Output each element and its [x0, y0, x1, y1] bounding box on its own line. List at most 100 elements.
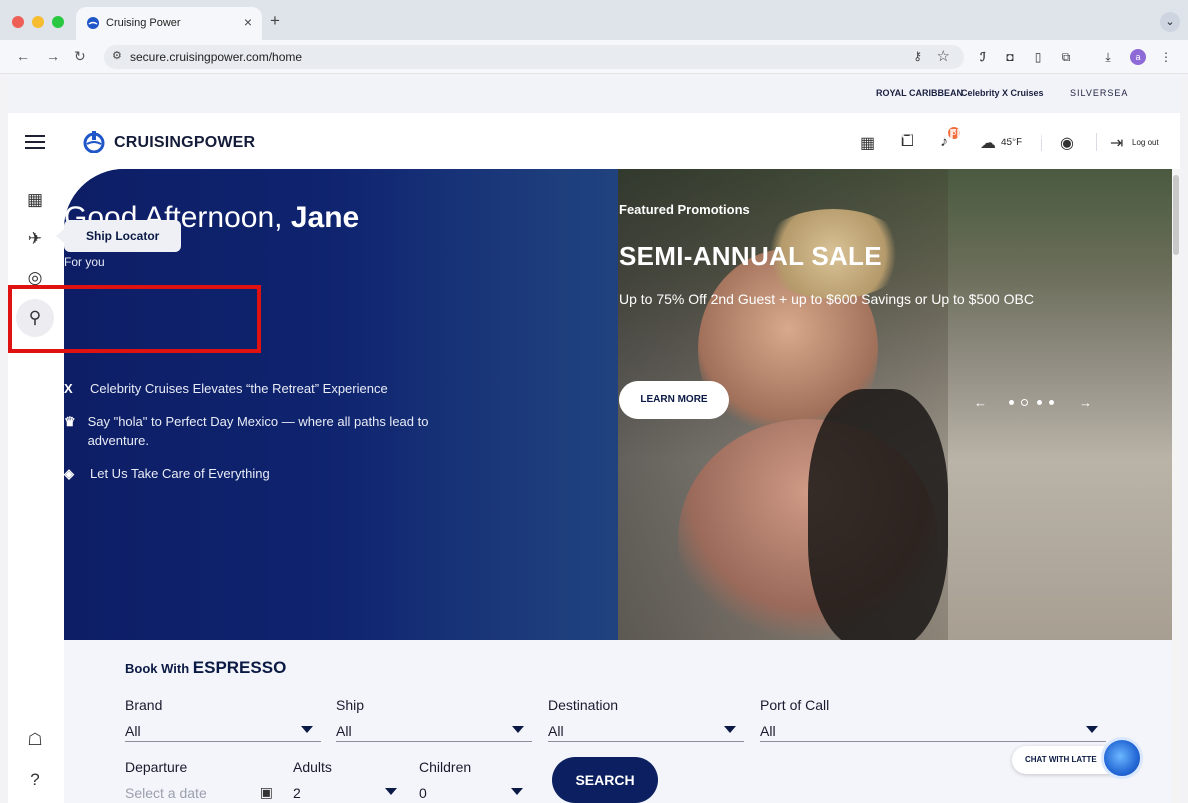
celebrity-x-icon: X: [64, 381, 73, 396]
silversea-logo[interactable]: SILVERSEA: [1070, 88, 1128, 98]
brand-select[interactable]: All: [125, 720, 321, 742]
password-key-icon[interactable]: ⚷: [913, 49, 922, 63]
cruisingpower-logo-icon[interactable]: [82, 131, 106, 153]
header-divider: [1096, 133, 1097, 151]
chevron-down-icon: [724, 726, 736, 733]
hamburger-menu-icon[interactable]: [25, 135, 45, 149]
booking-form: Book With ESPRESSO Brand All Ship All De…: [64, 640, 1172, 803]
departure-date-input[interactable]: Select a date ▣: [125, 782, 275, 803]
news-item[interactable]: X Celebrity Cruises Elevates “the Retreat…: [64, 379, 388, 398]
adults-label: Adults: [293, 759, 332, 775]
extensions-puzzle-icon[interactable]: ⧉: [1058, 49, 1074, 65]
carousel-next-icon[interactable]: →: [1079, 395, 1092, 410]
royal-caribbean-logo[interactable]: ROYAL CARIBBEAN: [876, 88, 963, 98]
browser-toolbar: ← → ↻ ⚙ secure.cruisingpower.com/home ⚷ …: [0, 40, 1188, 74]
tab-search-button[interactable]: ⌄: [1160, 12, 1180, 32]
calendar-plus-icon[interactable]: ▦: [24, 189, 46, 211]
chevron-down-icon: [301, 726, 313, 733]
address-bar[interactable]: ⚙ secure.cruisingpower.com/home ⚷ ☆: [104, 45, 964, 69]
promo-brand-logo: Celebrity X Cruises: [900, 123, 1066, 143]
departure-label: Departure: [125, 759, 188, 775]
port-of-call-label: Port of Call: [760, 697, 830, 713]
chevron-down-icon: [511, 788, 523, 795]
search-button[interactable]: SEARCH: [552, 757, 658, 803]
booking-title: Book With ESPRESSO: [125, 658, 286, 678]
children-select[interactable]: 0: [419, 782, 531, 803]
page-scrollbar[interactable]: [1172, 169, 1180, 803]
chevron-down-icon: [512, 726, 524, 733]
greeting-name: Jane: [290, 201, 360, 234]
destination-select[interactable]: All: [548, 720, 744, 742]
ship-select[interactable]: All: [336, 720, 532, 742]
chevron-down-icon: [1086, 726, 1098, 733]
download-icon[interactable]: ⤓: [1100, 49, 1116, 65]
booking-title-brand: ESPRESSO: [192, 658, 287, 677]
carousel-dot[interactable]: [1037, 400, 1042, 405]
brand-label: Brand: [125, 697, 163, 713]
promo-description: Up to 75% Off 2nd Guest + up to $600 Sav…: [619, 291, 1034, 307]
for-you-label: For you: [64, 255, 105, 269]
back-icon[interactable]: ←: [16, 48, 30, 64]
brand-strip: ROYAL CARIBBEAN Celebrity X Cruises SILV…: [8, 75, 1180, 113]
ship-select-value: All: [336, 723, 352, 739]
news-item[interactable]: ♛ Say "hola" to Perfect Day Mexico — wher…: [64, 412, 444, 450]
close-tab-icon[interactable]: ×: [244, 14, 252, 30]
scrollbar-thumb[interactable]: [1173, 175, 1179, 255]
children-select-value: 0: [419, 785, 427, 801]
site-info-icon[interactable]: ⚙: [112, 49, 122, 62]
news-item[interactable]: ◈ Let Us Take Care of Everything: [64, 464, 270, 483]
close-window-button[interactable]: [12, 16, 24, 28]
chevron-down-icon: [385, 788, 397, 795]
site-logo-text[interactable]: CRUISINGPOWER: [114, 134, 255, 152]
logout-link[interactable]: Log out: [1132, 138, 1159, 147]
news-item-text[interactable]: Celebrity Cruises Elevates “the Retreat”…: [90, 381, 388, 396]
port-of-call-select[interactable]: All: [760, 720, 1106, 742]
booking-title-prefix: Book With: [125, 661, 193, 676]
extension-icon[interactable]: ℐ: [975, 49, 991, 65]
left-sidebar: ▦ ✈ ◎ ⚲ ☖ ?: [8, 169, 64, 803]
royal-caribbean-crown-icon: ♛: [64, 414, 76, 429]
children-label: Children: [419, 759, 472, 775]
brand-select-value: All: [125, 723, 141, 739]
adults-select[interactable]: 2: [293, 782, 405, 803]
ship-label: Ship: [336, 697, 365, 713]
promo-kicker: Featured Promotions: [619, 202, 750, 217]
url-text[interactable]: secure.cruisingpower.com/home: [130, 50, 302, 64]
camera-extension-icon[interactable]: ◘: [1002, 49, 1018, 65]
celebrity-cruises-logo[interactable]: Celebrity X Cruises: [961, 88, 1044, 98]
bookmark-star-icon[interactable]: ☆: [937, 47, 950, 65]
hero-banner: [64, 169, 1172, 640]
learn-more-button[interactable]: LEARN MORE: [619, 381, 729, 419]
minimize-window-button[interactable]: [32, 16, 44, 28]
silversea-emblem-icon: ◈: [64, 466, 74, 481]
profile-avatar[interactable]: a: [1130, 49, 1146, 65]
maximize-window-button[interactable]: [52, 16, 64, 28]
clipboard-extension-icon[interactable]: ▯: [1030, 49, 1046, 65]
chatbot-avatar-icon[interactable]: [1101, 737, 1143, 779]
browser-tab-bar: Cruising Power × + ⌄: [0, 0, 1188, 40]
carousel-prev-icon[interactable]: ←: [974, 395, 987, 410]
new-tab-button[interactable]: +: [270, 11, 280, 31]
apps-grid-icon[interactable]: ▦: [860, 133, 875, 153]
ship-locator-tooltip: Ship Locator: [56, 220, 181, 252]
destination-label: Destination: [548, 697, 619, 713]
cruisingpower-favicon: [87, 17, 99, 29]
browser-tab[interactable]: Cruising Power ×: [76, 7, 262, 40]
carousel-dot[interactable]: [1009, 400, 1014, 405]
logout-icon[interactable]: ⇥: [1110, 133, 1123, 153]
reload-icon[interactable]: ↻: [74, 48, 86, 65]
port-of-call-select-value: All: [760, 723, 776, 739]
site-viewport: ROYAL CARIBBEAN Celebrity X Cruises SILV…: [8, 75, 1180, 803]
airplane-icon[interactable]: ✈: [24, 228, 46, 250]
carousel-dot-active[interactable]: [1021, 399, 1028, 406]
calendar-icon[interactable]: ▣: [260, 784, 273, 801]
help-icon[interactable]: ?: [24, 769, 46, 791]
forward-icon[interactable]: →: [46, 48, 60, 64]
adults-select-value: 2: [293, 785, 301, 801]
chat-support-icon[interactable]: ☖: [24, 729, 46, 751]
news-item-text[interactable]: Let Us Take Care of Everything: [90, 466, 270, 481]
browser-menu-icon[interactable]: ⋮: [1158, 49, 1174, 65]
news-item-text[interactable]: Say "hola" to Perfect Day Mexico — where…: [88, 412, 444, 450]
departure-placeholder: Select a date: [125, 785, 207, 801]
carousel-dot[interactable]: [1049, 400, 1054, 405]
